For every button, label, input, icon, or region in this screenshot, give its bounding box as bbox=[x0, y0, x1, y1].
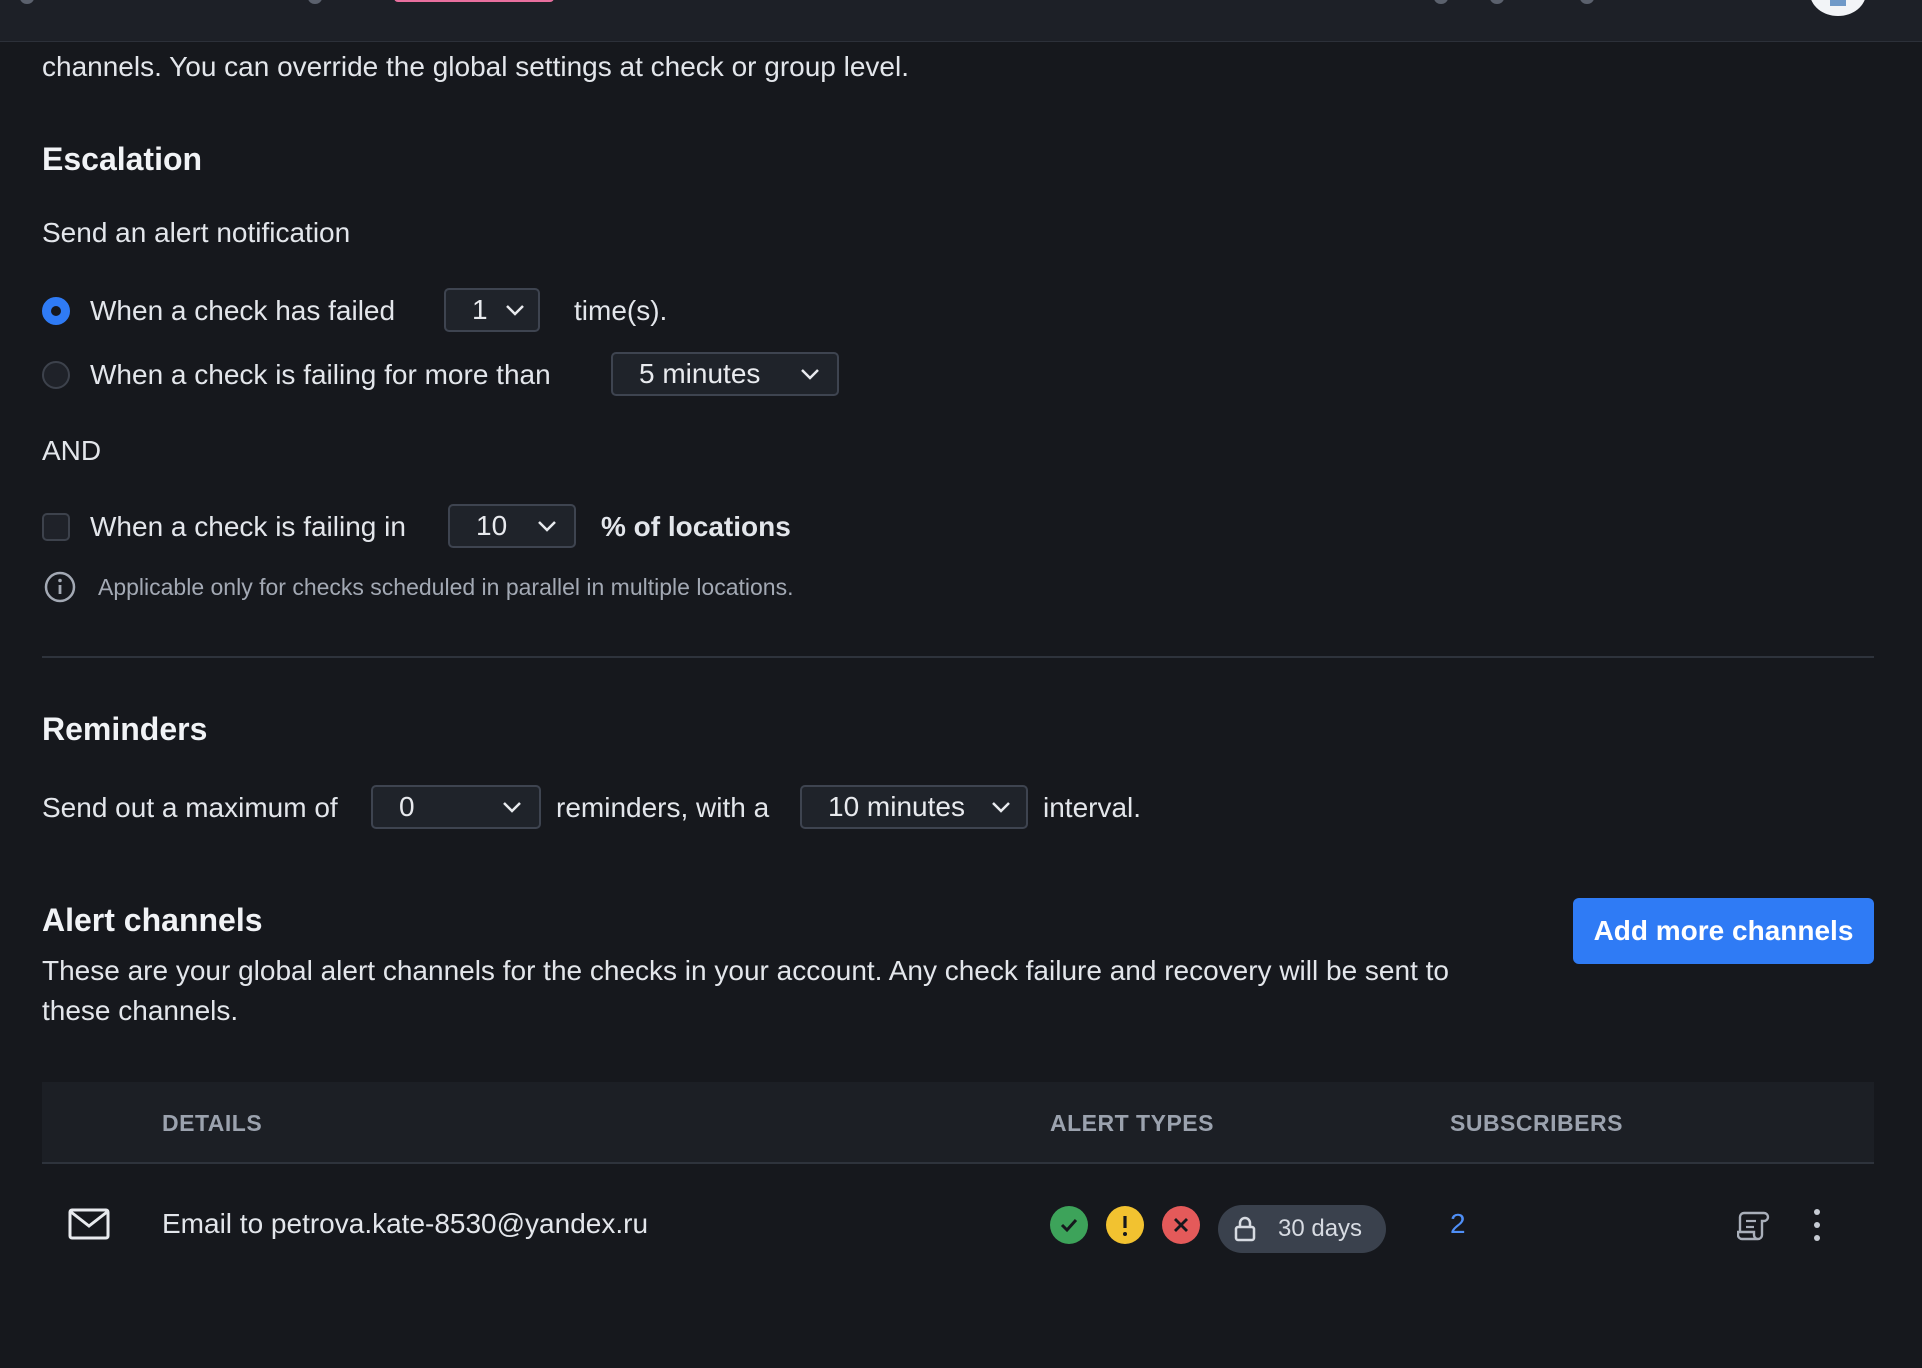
intro-text: channels. You can override the global se… bbox=[42, 51, 910, 82]
add-more-channels-button[interactable]: Add more channels bbox=[1573, 898, 1874, 964]
nav-icon[interactable] bbox=[20, 0, 34, 4]
section-divider bbox=[42, 656, 1874, 658]
option-failed-suffix: time(s). bbox=[574, 295, 668, 326]
reminders-suffix: interval. bbox=[1043, 792, 1142, 823]
failing-duration-value: 5 minutes bbox=[639, 358, 761, 389]
reminders-count-value: 0 bbox=[399, 791, 415, 822]
subscribers-count-link[interactable]: 2 bbox=[1450, 1208, 1466, 1240]
escalation-subtitle: Send an alert notification bbox=[42, 217, 351, 248]
escalation-title: Escalation bbox=[42, 141, 203, 177]
header-details[interactable]: DETAILS bbox=[162, 1110, 262, 1137]
top-navigation-bar bbox=[0, 0, 1922, 42]
table-row[interactable]: Email to petrova.kate-8530@yandex.ru 30 … bbox=[42, 1164, 1874, 1286]
avatar[interactable] bbox=[1810, 0, 1866, 16]
table-header: DETAILS ALERT TYPES SUBSCRIBERS bbox=[42, 1082, 1874, 1164]
alert-channels-description-line2: these channels. bbox=[42, 995, 239, 1026]
locations-checkbox[interactable] bbox=[42, 513, 70, 541]
reminders-interval-value: 10 minutes bbox=[828, 791, 965, 822]
failing-duration-select[interactable]: 5 minutes bbox=[611, 352, 839, 396]
chevron-down-icon bbox=[992, 802, 1010, 813]
help-icon[interactable] bbox=[1434, 0, 1448, 4]
locations-label: When a check is failing in bbox=[90, 511, 406, 542]
failure-status-icon bbox=[1162, 1206, 1200, 1244]
option-failing-label: When a check is failing for more than bbox=[90, 359, 551, 390]
alert-channels-title: Alert channels bbox=[42, 902, 263, 938]
locations-suffix: % of locations bbox=[601, 511, 791, 542]
chevron-down-icon bbox=[801, 369, 819, 380]
info-text: Applicable only for checks scheduled in … bbox=[98, 574, 794, 600]
channel-details: Email to petrova.kate-8530@yandex.ru bbox=[162, 1208, 649, 1239]
reminders-interval-select[interactable]: 10 minutes bbox=[800, 785, 1028, 829]
reminders-title: Reminders bbox=[42, 711, 208, 747]
failed-times-value: 1 bbox=[472, 294, 488, 325]
chevron-down-icon bbox=[503, 802, 521, 813]
nav-badge[interactable] bbox=[394, 0, 554, 2]
recovery-status-icon bbox=[1050, 1206, 1088, 1244]
failed-times-select[interactable]: 1 bbox=[444, 288, 540, 332]
option-failed-label: When a check has failed bbox=[90, 295, 396, 326]
mail-icon bbox=[68, 1208, 110, 1240]
nav-icon[interactable] bbox=[1580, 0, 1594, 4]
notification-icon[interactable] bbox=[1490, 0, 1504, 4]
nav-icon[interactable] bbox=[308, 0, 322, 4]
and-label: AND bbox=[42, 435, 102, 466]
chevron-down-icon bbox=[538, 521, 556, 532]
locations-percent-select[interactable]: 10 bbox=[448, 504, 576, 548]
ssl-expiry-badge: 30 days bbox=[1218, 1205, 1386, 1253]
reminders-prefix: Send out a maximum of bbox=[42, 792, 338, 823]
ssl-expiry-text: 30 days bbox=[1278, 1215, 1363, 1242]
info-icon bbox=[44, 571, 76, 603]
alert-channels-table: DETAILS ALERT TYPES SUBSCRIBERS Email to… bbox=[42, 1082, 1874, 1302]
chevron-down-icon bbox=[506, 305, 524, 316]
lock-icon bbox=[1234, 1216, 1256, 1242]
script-log-icon[interactable] bbox=[1737, 1208, 1771, 1242]
more-options-icon[interactable] bbox=[1811, 1206, 1823, 1244]
reminders-middle: reminders, with a bbox=[556, 792, 770, 823]
header-subscribers[interactable]: SUBSCRIBERS bbox=[1450, 1110, 1623, 1137]
header-alert-types[interactable]: ALERT TYPES bbox=[1050, 1110, 1214, 1137]
alert-channels-description-line1: These are your global alert channels for… bbox=[42, 955, 1449, 986]
radio-failing-duration[interactable] bbox=[42, 361, 70, 389]
locations-percent-value: 10 bbox=[476, 510, 508, 541]
degraded-status-icon bbox=[1106, 1206, 1144, 1244]
reminders-count-select[interactable]: 0 bbox=[371, 785, 541, 829]
radio-failed-times[interactable] bbox=[42, 297, 70, 325]
